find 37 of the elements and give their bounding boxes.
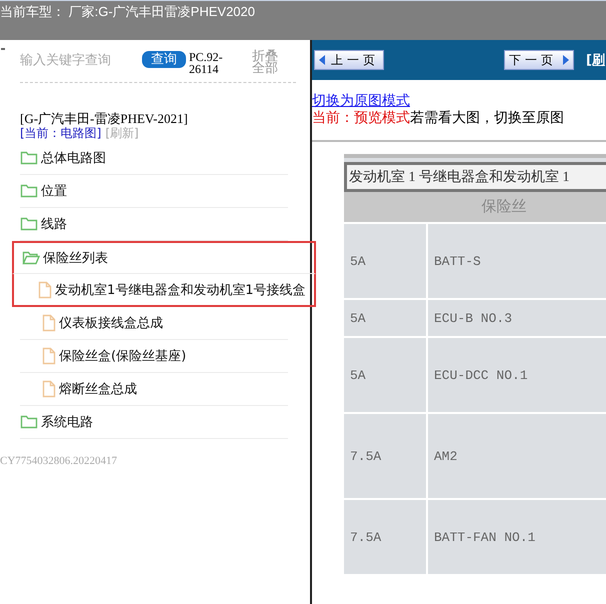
refresh-link[interactable]: [刷 [586, 51, 605, 69]
tree-item[interactable]: 保险丝列表 [43, 249, 108, 267]
tree-item[interactable]: 保险丝盒(保险丝基座) [59, 347, 186, 365]
fuse-name: BATT-FAN NO.1 [433, 528, 536, 546]
document-icon [42, 380, 56, 398]
tree-item[interactable]: 线路 [41, 215, 67, 233]
tree-item[interactable]: 总体电路图 [41, 149, 106, 167]
tree-item[interactable]: 位置 [41, 182, 67, 200]
table-title: 发动机室 1 号继电器盒和发动机室 1 [344, 162, 606, 192]
fuse-rating: 5A [344, 300, 428, 336]
fuse-name: ECU-DCC NO.1 [433, 366, 528, 384]
column-header: 保险丝 [344, 192, 606, 222]
fuse-rating: 7.5A [344, 414, 428, 498]
mode-status: 当前：预览模式若需看大图，切换至原图 [312, 110, 565, 127]
fuse-name: ECU-B NO.3 [433, 310, 512, 328]
splitter-grip-icon [1, 48, 5, 52]
current-mode-link[interactable]: [当前：电路图] [20, 126, 102, 140]
document-code: PC.92-26114 [189, 51, 224, 75]
next-page-button[interactable]: 下一页 [504, 50, 574, 70]
original-mode-link[interactable]: 切换为原图模式 [312, 93, 606, 110]
document-icon [42, 347, 56, 365]
fuse-rating: 7.5A [344, 500, 428, 574]
previous-page-button[interactable]: 上一页 [314, 50, 384, 70]
fuse-name: AM2 [433, 448, 458, 466]
tree-item[interactable]: 熔断丝盒总成 [59, 380, 137, 398]
tree-item[interactable]: 发动机室1号继电器盒和发动机室1号接线盒 [55, 280, 306, 298]
vehicle-title: 当前车型： 厂家:G-广汽丰田雷凌PHEV2020 [0, 3, 255, 21]
fuse-name: BATT-S [433, 252, 481, 270]
serial-number: CY7754032806.20220417 [0, 455, 118, 467]
search-button[interactable]: 查询 [142, 51, 186, 68]
fuse-rating: 5A [344, 224, 428, 298]
model-label: [G-广汽丰田-雷凌PHEV-2021] [20, 112, 189, 126]
fuse-rating: 5A [344, 338, 428, 412]
tree-item[interactable]: 系统电路 [41, 413, 93, 431]
document-icon [42, 314, 56, 332]
document-icon [38, 280, 52, 298]
tree-item[interactable]: 仪表板接线盒总成 [59, 314, 163, 332]
